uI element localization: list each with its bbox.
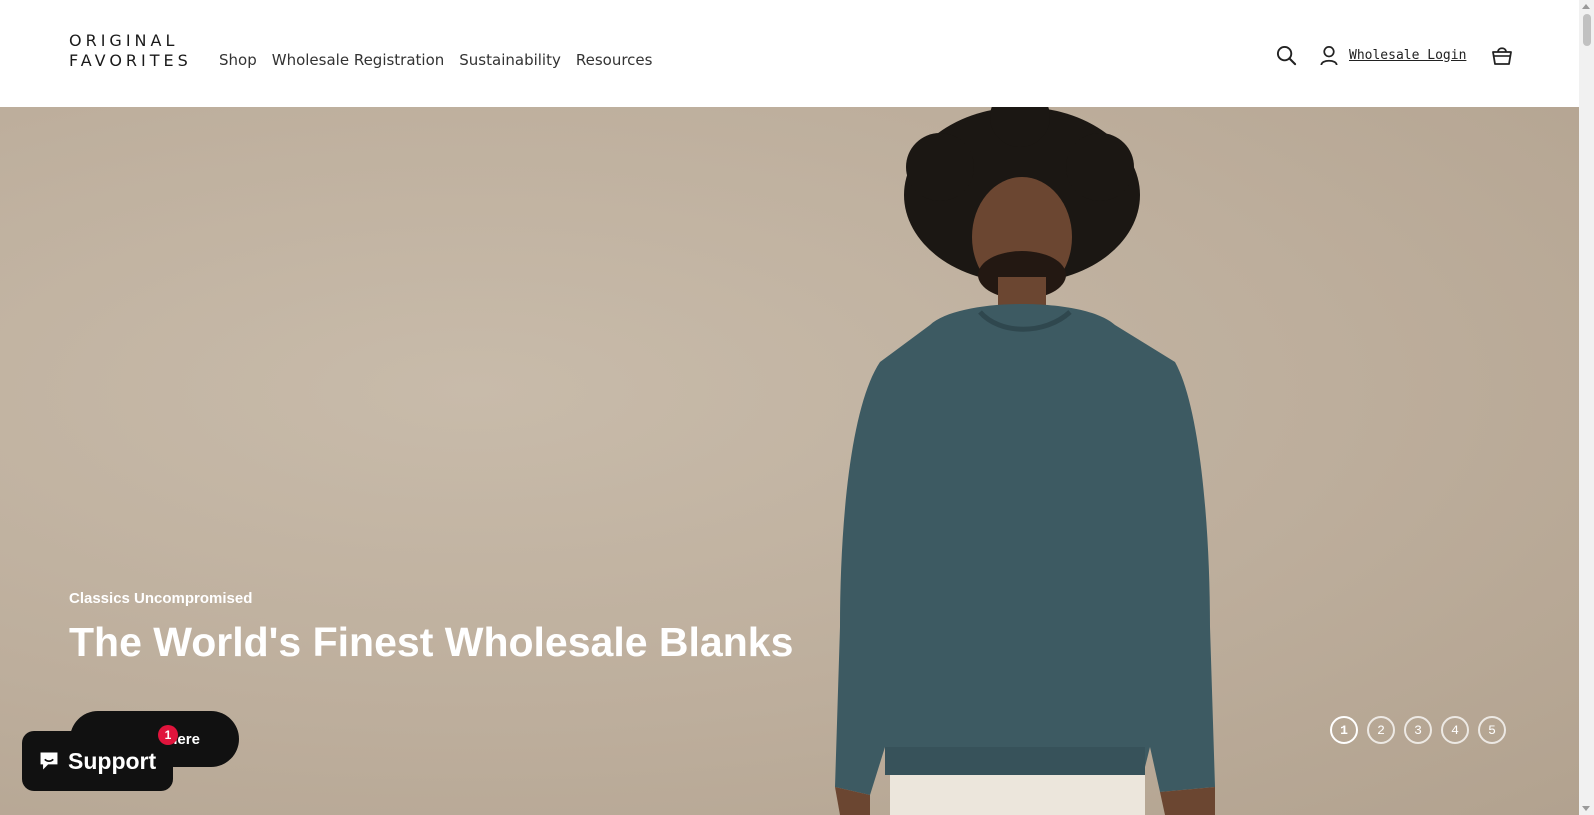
- vertical-scrollbar[interactable]: [1579, 0, 1594, 815]
- chat-bubble-icon: [38, 750, 60, 772]
- slide-dot-1[interactable]: 1: [1330, 716, 1358, 744]
- slide-dot-5[interactable]: 5: [1478, 716, 1506, 744]
- account-group: Wholesale Login: [1318, 44, 1466, 66]
- support-label: Support: [68, 747, 157, 774]
- hero-title: The World's Finest Wholesale Blanks: [69, 619, 794, 665]
- nav-wholesale-registration[interactable]: Wholesale Registration: [272, 51, 445, 69]
- basket-icon[interactable]: [1491, 44, 1513, 66]
- support-chat-button[interactable]: Support: [22, 731, 173, 791]
- slide-pagination: 1 2 3 4 5: [1330, 716, 1506, 744]
- site-header: ORIGINAL FAVORITES Shop Wholesale Regist…: [0, 0, 1579, 107]
- logo-line-1: ORIGINAL: [69, 31, 179, 50]
- slide-dot-3[interactable]: 3: [1404, 716, 1432, 744]
- hero-subtitle: Classics Uncompromised: [69, 590, 253, 607]
- search-icon[interactable]: [1275, 44, 1297, 66]
- header-actions: [1275, 44, 1297, 66]
- nav-sustainability[interactable]: Sustainability: [459, 51, 561, 69]
- nav-resources[interactable]: Resources: [576, 51, 653, 69]
- scrollbar-thumb[interactable]: [1583, 14, 1591, 46]
- nav-shop[interactable]: Shop: [219, 51, 257, 69]
- model-image: [835, 107, 1215, 815]
- user-icon[interactable]: [1318, 44, 1340, 66]
- scroll-up-icon[interactable]: [1582, 4, 1590, 9]
- cart-group: [1491, 44, 1513, 66]
- slide-dot-2[interactable]: 2: [1367, 716, 1395, 744]
- hero-slideshow: Classics Uncompromised The World's Fines…: [0, 107, 1579, 815]
- notification-badge: 1: [158, 725, 178, 745]
- brand-logo[interactable]: ORIGINAL FAVORITES: [69, 31, 192, 71]
- logo-line-2: FAVORITES: [69, 51, 192, 70]
- main-nav: Shop Wholesale Registration Sustainabili…: [219, 51, 652, 69]
- wholesale-login-link[interactable]: Wholesale Login: [1349, 48, 1466, 63]
- scroll-down-icon[interactable]: [1582, 806, 1590, 811]
- slide-dot-4[interactable]: 4: [1441, 716, 1469, 744]
